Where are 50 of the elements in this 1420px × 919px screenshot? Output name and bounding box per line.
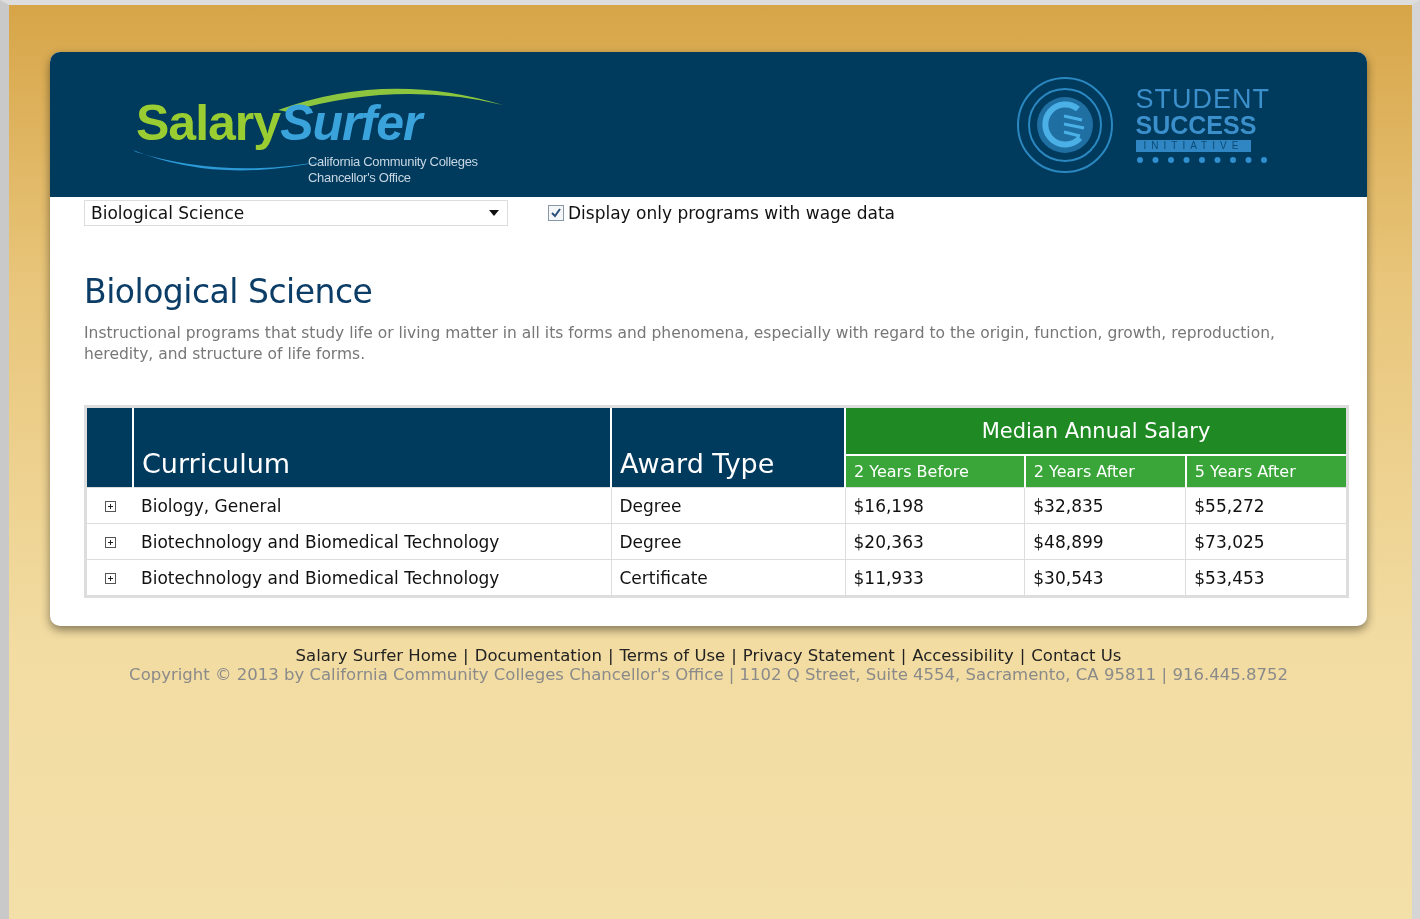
table-cell: Biotechnology and Biomedical Technology — [133, 559, 611, 597]
table-cell: Certificate — [611, 559, 845, 597]
dots-icon — [1135, 155, 1268, 164]
table-cell: $20,363 — [845, 523, 1025, 560]
table-cell: $11,933 — [845, 559, 1025, 597]
table-cell: $53,453 — [1185, 559, 1348, 597]
checkbox-label: Display only programs with wage data — [568, 203, 895, 223]
footer-link[interactable]: Terms of Use — [619, 646, 726, 665]
footer-link[interactable]: Accessibility — [912, 646, 1014, 665]
program-description: Instructional programs that study life or living matter in all its forms and phenomena, especially with regard to the origin, function, growth, reproduction, heredity, and structure of life forms. — [84, 323, 1276, 365]
expand-icon[interactable] — [104, 500, 116, 512]
column-header: 5 Years After — [1185, 455, 1348, 488]
column-header: Curriculum — [133, 406, 611, 488]
copyright-text: Copyright © 2013 by California Community Colleges Chancellor's Office | 1102 Q Street, Suite 4554, Sacramento, CA 95811 | 916.445.8752 — [128, 665, 1289, 684]
checkbox[interactable] — [548, 205, 564, 221]
table-cell: Degree — [611, 523, 845, 560]
table-cell: Degree — [611, 487, 845, 524]
separator-text: | — [607, 646, 614, 665]
program-dropdown[interactable]: Biological Science — [84, 200, 508, 226]
table-cell: $48,899 — [1024, 523, 1186, 560]
column-header: Award Type — [611, 406, 845, 488]
footer-link[interactable]: Privacy Statement — [742, 646, 895, 665]
separator-text: | — [463, 646, 469, 665]
column-group-header: Median Annual Salary — [845, 406, 1348, 455]
initiative-text: SUCCESS — [1135, 112, 1257, 138]
caret-icon — [489, 210, 499, 216]
seal-icon — [1015, 75, 1114, 174]
separator-text: | — [900, 646, 907, 665]
table-cell: $32,835 — [1024, 487, 1186, 524]
logo-subtitle: Chancellor's Office — [308, 169, 412, 186]
table-cell: Biotechnology and Biomedical Technology — [133, 523, 611, 560]
expand-icon[interactable] — [104, 572, 116, 584]
program-title: Biological Science — [84, 272, 374, 311]
logo-text: Salary — [136, 94, 281, 151]
column-header: 2 Years Before — [845, 455, 1025, 488]
table-cell: $73,025 — [1185, 523, 1348, 560]
table-cell: Biology, General — [133, 487, 611, 524]
footer-link[interactable]: Salary Surfer Home — [295, 646, 458, 665]
column-header: 2 Years After — [1024, 455, 1186, 488]
initiative-text: INITIATIVE — [1135, 139, 1252, 152]
footer-link[interactable]: Documentation — [474, 646, 602, 665]
expand-icon[interactable] — [104, 536, 116, 548]
initiative-text: STUDENT — [1135, 85, 1270, 113]
table-cell: $55,272 — [1185, 487, 1348, 524]
table-cell: $30,543 — [1024, 559, 1186, 597]
footer-link[interactable]: Contact Us — [1031, 646, 1122, 665]
separator-text: | — [731, 646, 737, 665]
table-cell: $16,198 — [845, 487, 1025, 524]
logo-subtitle: California Community Colleges — [308, 153, 478, 170]
separator-text: | — [1019, 646, 1026, 665]
